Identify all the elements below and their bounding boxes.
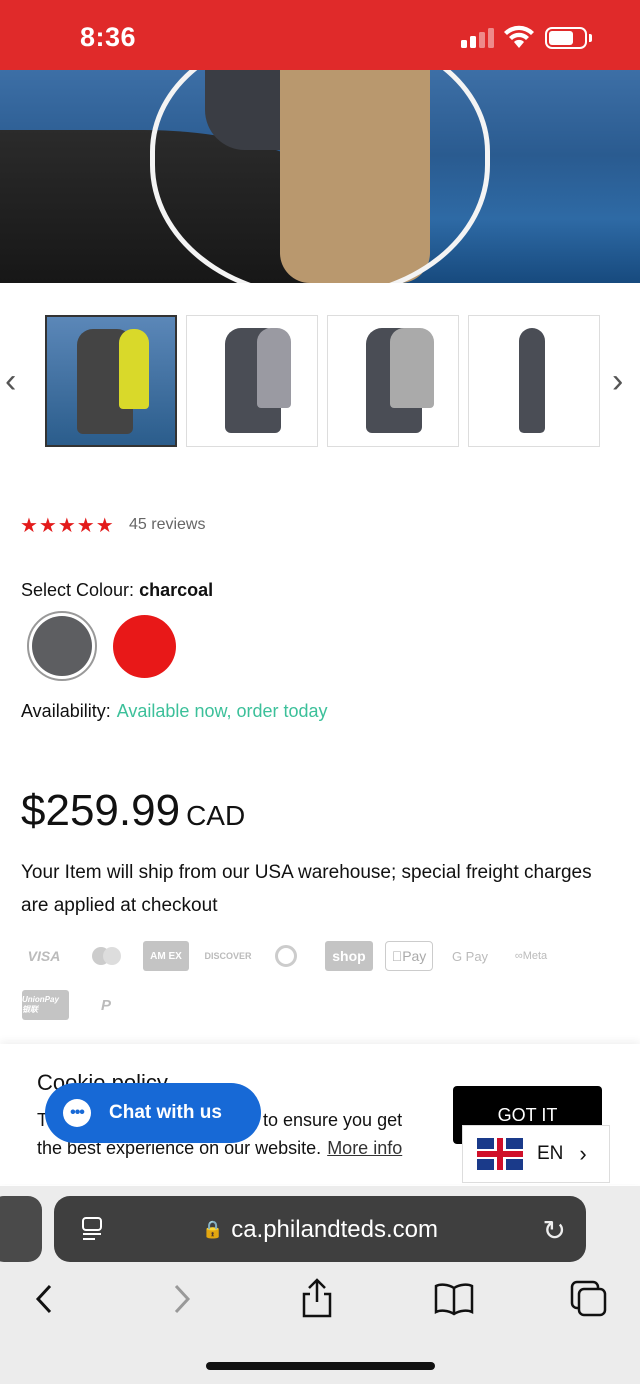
chevron-right-icon[interactable]: › <box>612 362 636 400</box>
thumbnail-4[interactable] <box>468 315 600 447</box>
cellular-signal-icon <box>461 28 495 48</box>
selected-colour: charcoal <box>139 580 214 600</box>
chevron-right-icon: › <box>579 1141 587 1166</box>
thumbnail-1[interactable] <box>45 315 177 447</box>
price: $259.99 CAD <box>21 786 245 836</box>
apple-pay-icon: Pay <box>385 941 433 971</box>
cookie-text-line1: to ensure you get <box>263 1110 403 1130</box>
price-currency: CAD <box>186 800 246 831</box>
rating-stars: ★★★★★ <box>20 515 115 537</box>
address-bar[interactable]: 🔒 ca.philandteds.com ↻ <box>54 1196 586 1262</box>
availability: Availability: Available now, order today <box>21 701 328 722</box>
back-icon[interactable] <box>30 1282 58 1316</box>
share-icon[interactable] <box>300 1278 334 1318</box>
status-time: 8:36 <box>80 22 137 52</box>
diners-club-icon <box>270 941 302 971</box>
previous-tab-preview[interactable] <box>0 1196 42 1262</box>
paypal-icon: P <box>100 996 111 1014</box>
visa-icon: VISA <box>27 948 61 964</box>
reload-icon[interactable]: ↻ <box>543 1214 566 1247</box>
discover-icon: DISCOVER <box>204 951 252 961</box>
bookmarks-icon[interactable] <box>434 1282 474 1316</box>
review-count[interactable]: 45 reviews <box>129 516 205 534</box>
home-indicator <box>206 1362 435 1370</box>
thumbnail-3[interactable] <box>327 315 459 447</box>
google-pay-icon: G Pay <box>451 948 489 964</box>
meta-pay-label: Meta <box>522 950 548 962</box>
browser-toolbar: 🔒 ca.philandteds.com ↻ <box>0 1186 640 1384</box>
colour-label: Select Colour: charcoal <box>21 580 213 601</box>
shipping-note: Your Item will ship from our USA warehou… <box>21 862 592 916</box>
forward-icon[interactable] <box>168 1282 196 1316</box>
lock-icon: 🔒 <box>202 1220 224 1239</box>
status-bar: 8:36 <box>0 0 640 70</box>
wifi-icon <box>504 25 534 48</box>
unionpay-icon: UnionPay 银联 <box>22 990 69 1020</box>
meta-pay-icon: ∞ Meta <box>514 950 548 962</box>
shop-pay-icon: shop <box>325 941 373 971</box>
language-code: EN <box>537 1143 564 1164</box>
uk-flag-icon <box>477 1138 523 1170</box>
language-selector[interactable]: EN › <box>462 1125 610 1183</box>
product-hero-image[interactable] <box>0 70 640 283</box>
swatch-red[interactable] <box>113 615 176 678</box>
chat-label: Chat with us <box>109 1102 222 1123</box>
colour-label-text: Select Colour: <box>21 580 135 600</box>
chevron-left-icon[interactable]: ‹ <box>5 362 29 400</box>
more-info-link[interactable]: More info <box>327 1138 402 1158</box>
chat-with-us-button[interactable]: ••• Chat with us <box>45 1083 261 1143</box>
url-text[interactable]: 🔒 ca.philandteds.com <box>54 1216 586 1244</box>
chat-bubble-icon: ••• <box>63 1099 91 1127</box>
mastercard-icon <box>90 941 122 971</box>
thumbnail-2[interactable] <box>186 315 318 447</box>
swatch-charcoal[interactable] <box>27 611 97 681</box>
price-amount: $259.99 <box>21 786 181 835</box>
availability-value: Available now, order today <box>116 701 328 721</box>
amex-icon: AM EX <box>143 941 189 971</box>
battery-icon <box>545 27 592 49</box>
url-value: ca.philandteds.com <box>231 1216 438 1243</box>
apple-pay-label: Pay <box>396 948 426 964</box>
tabs-icon[interactable] <box>570 1280 608 1318</box>
availability-label: Availability: <box>21 701 111 721</box>
